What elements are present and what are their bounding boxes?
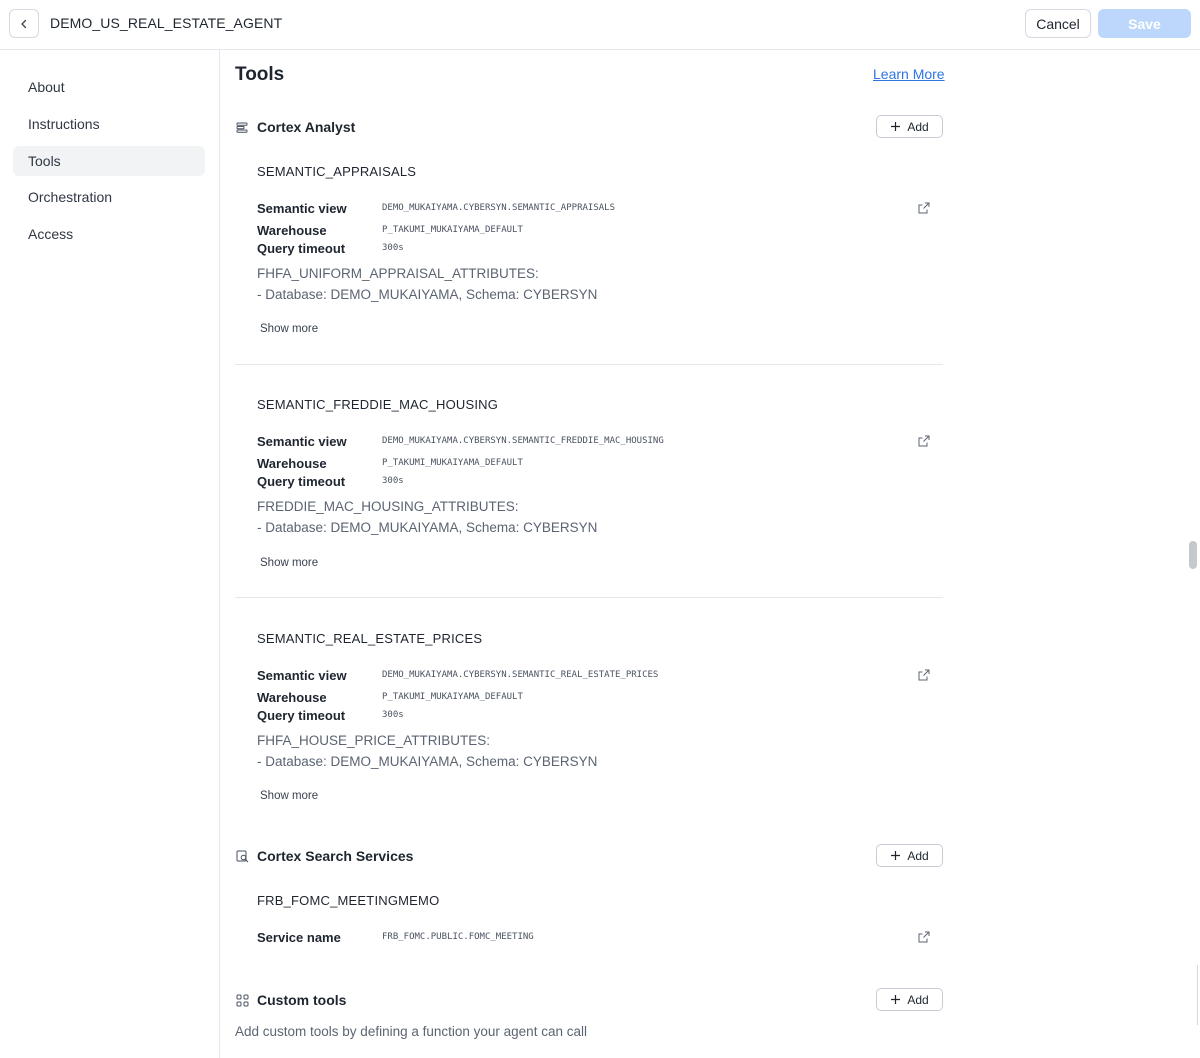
tool-description: FREDDIE_MAC_HOUSING_ATTRIBUTES: - Databa… [257, 496, 597, 538]
tool-name: SEMANTIC_FREDDIE_MAC_HOUSING [257, 397, 499, 412]
sidebar-item-access[interactable]: Access [13, 219, 205, 249]
warehouse-label: Warehouse [257, 690, 327, 705]
divider [235, 597, 943, 598]
query-timeout-label: Query timeout [257, 474, 346, 489]
plus-icon [891, 122, 901, 131]
chevron-left-icon [21, 19, 27, 28]
sidebar-item-instructions[interactable]: Instructions [13, 109, 205, 139]
section-title: Cortex Search Services [257, 848, 414, 864]
sidebar: About Instructions Tools Orchestration A… [0, 50, 220, 1058]
show-more-button[interactable]: Show more [260, 323, 318, 335]
sidebar-item-tools[interactable]: Tools [13, 146, 205, 176]
semantic-view-value: DEMO_MUKAIYAMA.CYBERSYN.SEMANTIC_FREDDIE… [382, 436, 664, 446]
semantic-view-label: Semantic view [257, 434, 347, 449]
add-label: Add [907, 992, 929, 1007]
warehouse-value: P_TAKUMI_MUKAIYAMA_DEFAULT [382, 692, 523, 702]
sidebar-item-label: About [28, 79, 65, 95]
add-analyst-button[interactable]: Add [876, 115, 943, 138]
external-link-icon[interactable] [918, 669, 930, 681]
cancel-button[interactable]: Cancel [1025, 9, 1091, 38]
tool-name: FRB_FOMC_MEETINGMEMO [257, 893, 440, 908]
description-line: FHFA_HOUSE_PRICE_ATTRIBUTES: [257, 733, 491, 748]
warehouse-value: P_TAKUMI_MUKAIYAMA_DEFAULT [382, 225, 523, 235]
back-button[interactable] [9, 9, 39, 38]
query-timeout-value: 300s [382, 243, 404, 253]
section-title: Cortex Analyst [257, 119, 356, 135]
show-more-button[interactable]: Show more [260, 790, 318, 802]
plus-icon [891, 851, 901, 860]
add-custom-tool-button[interactable]: Add [876, 988, 943, 1011]
add-search-service-button[interactable]: Add [876, 844, 943, 867]
query-timeout-value: 300s [382, 710, 404, 720]
divider [235, 364, 943, 365]
scrollbar-thumb[interactable] [1189, 541, 1197, 569]
description-line: - Database: DEMO_MUKAIYAMA, Schema: CYBE… [257, 754, 598, 769]
tools-panel: Tools Learn More Cortex Analyst Add SEMA… [221, 50, 1200, 1058]
query-timeout-label: Query timeout [257, 241, 346, 256]
semantic-view-label: Semantic view [257, 201, 347, 216]
sidebar-item-label: Instructions [28, 116, 100, 132]
sidebar-item-about[interactable]: About [13, 72, 205, 102]
section-title: Custom tools [257, 992, 347, 1008]
top-bar: DEMO_US_REAL_ESTATE_AGENT Cancel Save [0, 0, 1200, 50]
cortex-analyst-header: Cortex Analyst Add [235, 115, 943, 139]
description-line: FHFA_UNIFORM_APPRAISAL_ATTRIBUTES: [257, 266, 539, 281]
custom-tools-header: Custom tools Add [235, 988, 943, 1012]
external-link-icon[interactable] [918, 202, 930, 214]
save-button[interactable]: Save [1098, 9, 1191, 38]
tool-description: FHFA_UNIFORM_APPRAISAL_ATTRIBUTES: - Dat… [257, 263, 597, 305]
analyst-icon [235, 120, 249, 134]
custom-tools-description: Add custom tools by defining a function … [235, 1024, 587, 1039]
learn-more-link[interactable]: Learn More [873, 66, 945, 82]
add-label: Add [907, 848, 929, 863]
search-service-icon [235, 849, 249, 863]
external-link-icon[interactable] [918, 435, 930, 447]
sidebar-item-label: Orchestration [28, 189, 113, 205]
sidebar-item-label: Access [28, 226, 74, 242]
agent-title: DEMO_US_REAL_ESTATE_AGENT [50, 15, 283, 31]
show-more-button[interactable]: Show more [260, 557, 318, 569]
semantic-view-label: Semantic view [257, 668, 347, 683]
sidebar-item-label: Tools [28, 153, 61, 169]
warehouse-label: Warehouse [257, 223, 327, 238]
grid-icon [235, 993, 249, 1007]
page-title: Tools [235, 64, 285, 85]
warehouse-value: P_TAKUMI_MUKAIYAMA_DEFAULT [382, 458, 523, 468]
service-name-label: Service name [257, 930, 341, 945]
query-timeout-label: Query timeout [257, 708, 346, 723]
warehouse-label: Warehouse [257, 456, 327, 471]
external-link-icon[interactable] [918, 931, 930, 943]
sidebar-item-orchestration[interactable]: Orchestration [13, 182, 205, 212]
description-line: FREDDIE_MAC_HOUSING_ATTRIBUTES: [257, 499, 519, 514]
cortex-search-header: Cortex Search Services Add [235, 844, 943, 868]
query-timeout-value: 300s [382, 476, 404, 486]
semantic-view-value: DEMO_MUKAIYAMA.CYBERSYN.SEMANTIC_APPRAIS… [382, 203, 615, 213]
tool-name: SEMANTIC_REAL_ESTATE_PRICES [257, 631, 483, 646]
plus-icon [891, 995, 901, 1004]
description-line: - Database: DEMO_MUKAIYAMA, Schema: CYBE… [257, 287, 598, 302]
description-line: - Database: DEMO_MUKAIYAMA, Schema: CYBE… [257, 520, 598, 535]
add-label: Add [907, 119, 929, 134]
semantic-view-value: DEMO_MUKAIYAMA.CYBERSYN.SEMANTIC_REAL_ES… [382, 670, 659, 680]
service-name-value: FRB_FOMC.PUBLIC.FOMC_MEETING [382, 932, 534, 942]
tool-name: SEMANTIC_APPRAISALS [257, 164, 417, 179]
tool-description: FHFA_HOUSE_PRICE_ATTRIBUTES: - Database:… [257, 730, 597, 772]
